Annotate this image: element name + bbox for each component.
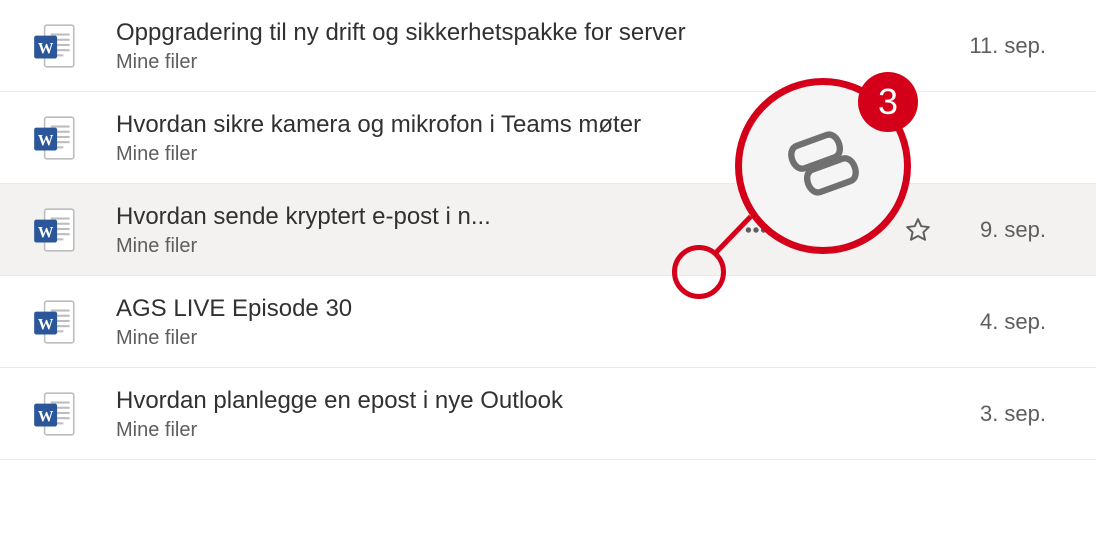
svg-text:W: W: [38, 132, 54, 149]
svg-text:W: W: [38, 316, 54, 333]
file-date: 4. sep.: [966, 309, 1076, 335]
file-title: Hvordan sikre kamera og mikrofon i Teams…: [116, 109, 738, 140]
file-row[interactable]: W AGS LIVE Episode 30 Mine filer 4. sep.: [0, 276, 1096, 368]
file-date: 11. sep.: [966, 33, 1076, 59]
more-actions-button[interactable]: [738, 212, 774, 248]
file-actions: [738, 212, 936, 248]
svg-text:W: W: [38, 224, 54, 241]
file-list: W Oppgradering til ny drift og sikkerhet…: [0, 0, 1096, 460]
file-title: Oppgradering til ny drift og sikkerhetsp…: [116, 17, 738, 48]
word-document-icon: W: [30, 297, 80, 347]
svg-text:W: W: [38, 408, 54, 425]
file-info: Hvordan sende kryptert e-post i n... Min…: [116, 201, 738, 257]
file-info: Oppgradering til ny drift og sikkerhetsp…: [116, 17, 738, 73]
svg-text:W: W: [38, 40, 54, 57]
word-document-icon: W: [30, 205, 80, 255]
word-document-icon: W: [30, 113, 80, 163]
file-info: Hvordan sikre kamera og mikrofon i Teams…: [116, 109, 738, 165]
copilot-button[interactable]: [846, 212, 882, 248]
word-document-icon: W: [30, 21, 80, 71]
file-title: AGS LIVE Episode 30: [116, 293, 738, 324]
file-location: Mine filer: [116, 51, 738, 74]
share-button[interactable]: [792, 212, 828, 248]
file-date: 3. sep.: [966, 401, 1076, 427]
file-row[interactable]: W Oppgradering til ny drift og sikkerhet…: [0, 0, 1096, 92]
file-date: 9. sep.: [966, 217, 1076, 243]
file-location: Mine filer: [116, 235, 738, 258]
word-document-icon: W: [30, 389, 80, 439]
file-row[interactable]: W Hvordan sende kryptert e-post i n... M…: [0, 184, 1096, 276]
file-info: Hvordan planlegge en epost i nye Outlook…: [116, 385, 738, 441]
favorite-button[interactable]: [900, 212, 936, 248]
file-info: AGS LIVE Episode 30 Mine filer: [116, 293, 738, 349]
file-title: Hvordan planlegge en epost i nye Outlook: [116, 385, 738, 416]
file-row[interactable]: W Hvordan planlegge en epost i nye Outlo…: [0, 368, 1096, 460]
file-location: Mine filer: [116, 143, 738, 166]
file-location: Mine filer: [116, 327, 738, 350]
file-location: Mine filer: [116, 419, 738, 442]
file-title: Hvordan sende kryptert e-post i n...: [116, 201, 536, 232]
file-row[interactable]: W Hvordan sikre kamera og mikrofon i Tea…: [0, 92, 1096, 184]
